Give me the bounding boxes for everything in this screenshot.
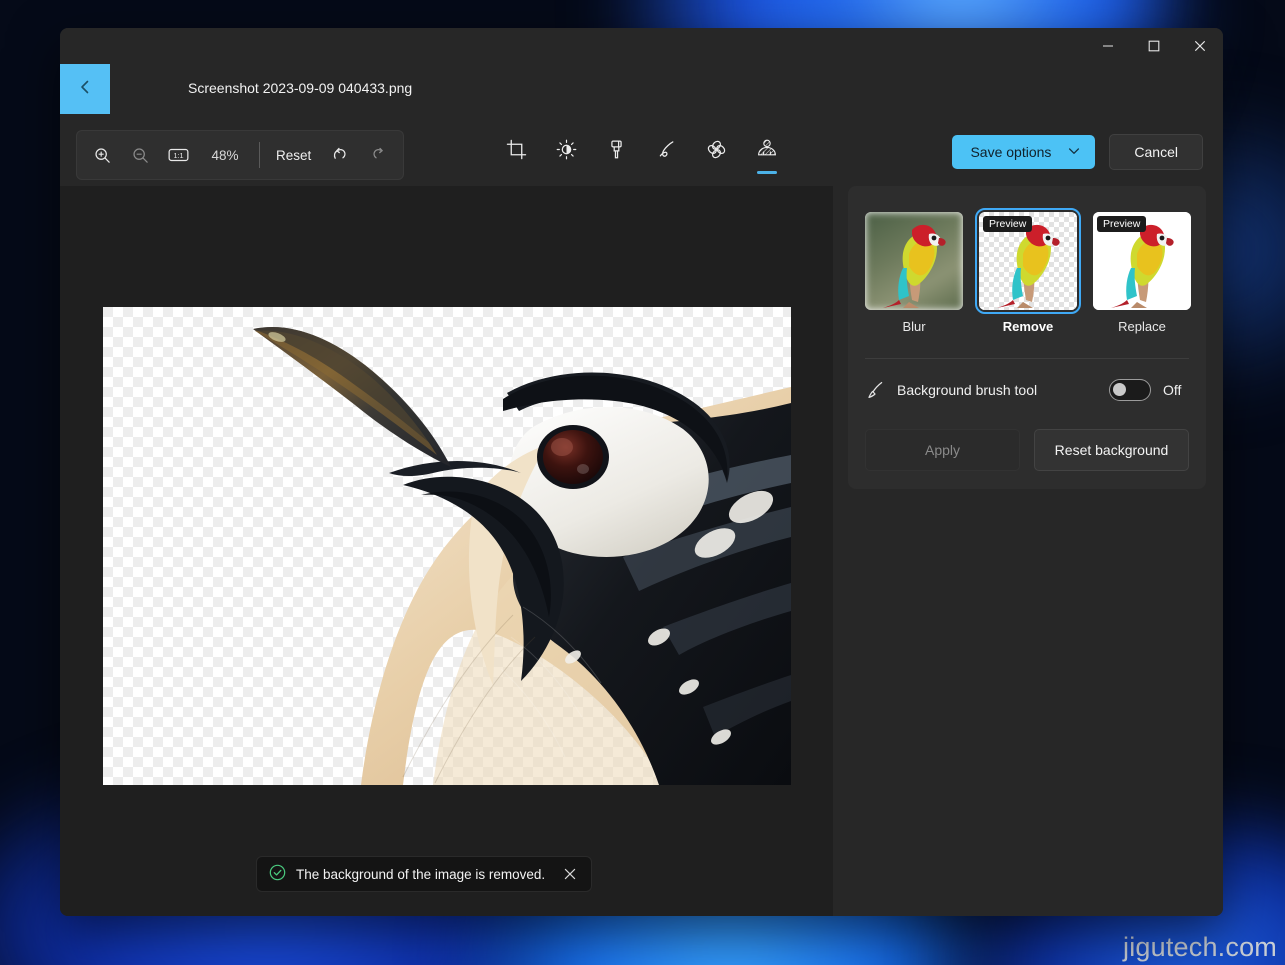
maximize-icon[interactable]: [1131, 28, 1177, 64]
status-toast: The background of the image is removed.: [256, 856, 592, 892]
erase-blend-icon[interactable]: [700, 130, 734, 168]
background-option-blur[interactable]: Blur: [865, 212, 963, 334]
background-option-remove[interactable]: Preview: [979, 212, 1077, 334]
close-icon[interactable]: [559, 863, 581, 885]
action-buttons: Save options Cancel: [952, 134, 1203, 170]
undo-icon[interactable]: [321, 137, 359, 173]
thumbnail-remove[interactable]: Preview: [979, 212, 1077, 310]
background-brush-label: Background brush tool: [897, 382, 1109, 398]
close-icon[interactable]: [1177, 28, 1223, 64]
title-bar: [60, 28, 1223, 64]
minimize-icon[interactable]: [1085, 28, 1131, 64]
crop-icon[interactable]: [500, 130, 534, 168]
save-options-label: Save options: [970, 144, 1051, 160]
panel-actions: Apply Reset background: [848, 401, 1206, 471]
canvas-area[interactable]: The background of the image is removed.: [60, 186, 833, 916]
brightness-icon[interactable]: [550, 130, 584, 168]
photos-editor-window: Screenshot 2023-09-09 040433.png: [60, 28, 1223, 916]
page-title: Screenshot 2023-09-09 040433.png: [188, 80, 412, 96]
thumbnail-blur[interactable]: [865, 212, 963, 310]
apply-button[interactable]: Apply: [865, 429, 1020, 471]
chevron-down-icon[interactable]: [1067, 144, 1081, 161]
save-options-button[interactable]: Save options: [952, 135, 1095, 169]
toggle-knob: [1113, 383, 1126, 396]
background-remove-icon[interactable]: [750, 130, 784, 168]
parrot-thumbnail-image: [879, 214, 949, 310]
back-button[interactable]: [60, 64, 110, 114]
edit-tools: [500, 130, 784, 168]
background-option-list: Blur Preview: [848, 186, 1206, 334]
background-brush-row: Background brush tool Off: [848, 359, 1206, 401]
option-label: Remove: [979, 319, 1077, 334]
thumbnail-replace[interactable]: Preview: [1093, 212, 1191, 310]
pen-icon[interactable]: [650, 130, 684, 168]
background-brush-toggle[interactable]: [1109, 379, 1151, 401]
option-label: Replace: [1093, 319, 1191, 334]
editor-header: Screenshot 2023-09-09 040433.png: [60, 64, 1223, 122]
woodpecker-image: [103, 307, 791, 785]
one-to-one-icon[interactable]: 1:1: [159, 137, 197, 173]
success-check-icon: [269, 864, 286, 884]
background-panel: Blur Preview: [833, 186, 1223, 916]
zoom-in-icon[interactable]: [83, 137, 121, 173]
cancel-button[interactable]: Cancel: [1109, 134, 1203, 170]
svg-text:1:1: 1:1: [173, 151, 183, 160]
marker-icon[interactable]: [600, 130, 634, 168]
option-label: Blur: [865, 319, 963, 334]
editor-body: The background of the image is removed.: [60, 186, 1223, 916]
reset-zoom-button[interactable]: Reset: [266, 141, 321, 170]
redo-icon[interactable]: [359, 137, 397, 173]
zoom-level: 48%: [197, 148, 253, 163]
background-options-card: Blur Preview: [848, 186, 1206, 489]
toolbar: 1:1 48% Reset: [60, 122, 1223, 186]
image-canvas[interactable]: [103, 307, 791, 785]
brush-icon: [865, 380, 887, 400]
preview-badge: Preview: [1097, 216, 1146, 232]
toggle-state-label: Off: [1163, 382, 1189, 398]
toast-message: The background of the image is removed.: [296, 867, 545, 882]
preview-badge: Preview: [983, 216, 1032, 232]
toolbar-divider: [259, 142, 260, 168]
watermark: jigutech.com: [1123, 932, 1277, 963]
reset-background-button[interactable]: Reset background: [1034, 429, 1189, 471]
zoom-toolbar: 1:1 48% Reset: [76, 130, 404, 180]
zoom-out-icon[interactable]: [121, 137, 159, 173]
window-controls: [1085, 28, 1223, 64]
back-arrow-icon: [75, 77, 95, 102]
background-option-replace[interactable]: Preview: [1093, 212, 1191, 334]
